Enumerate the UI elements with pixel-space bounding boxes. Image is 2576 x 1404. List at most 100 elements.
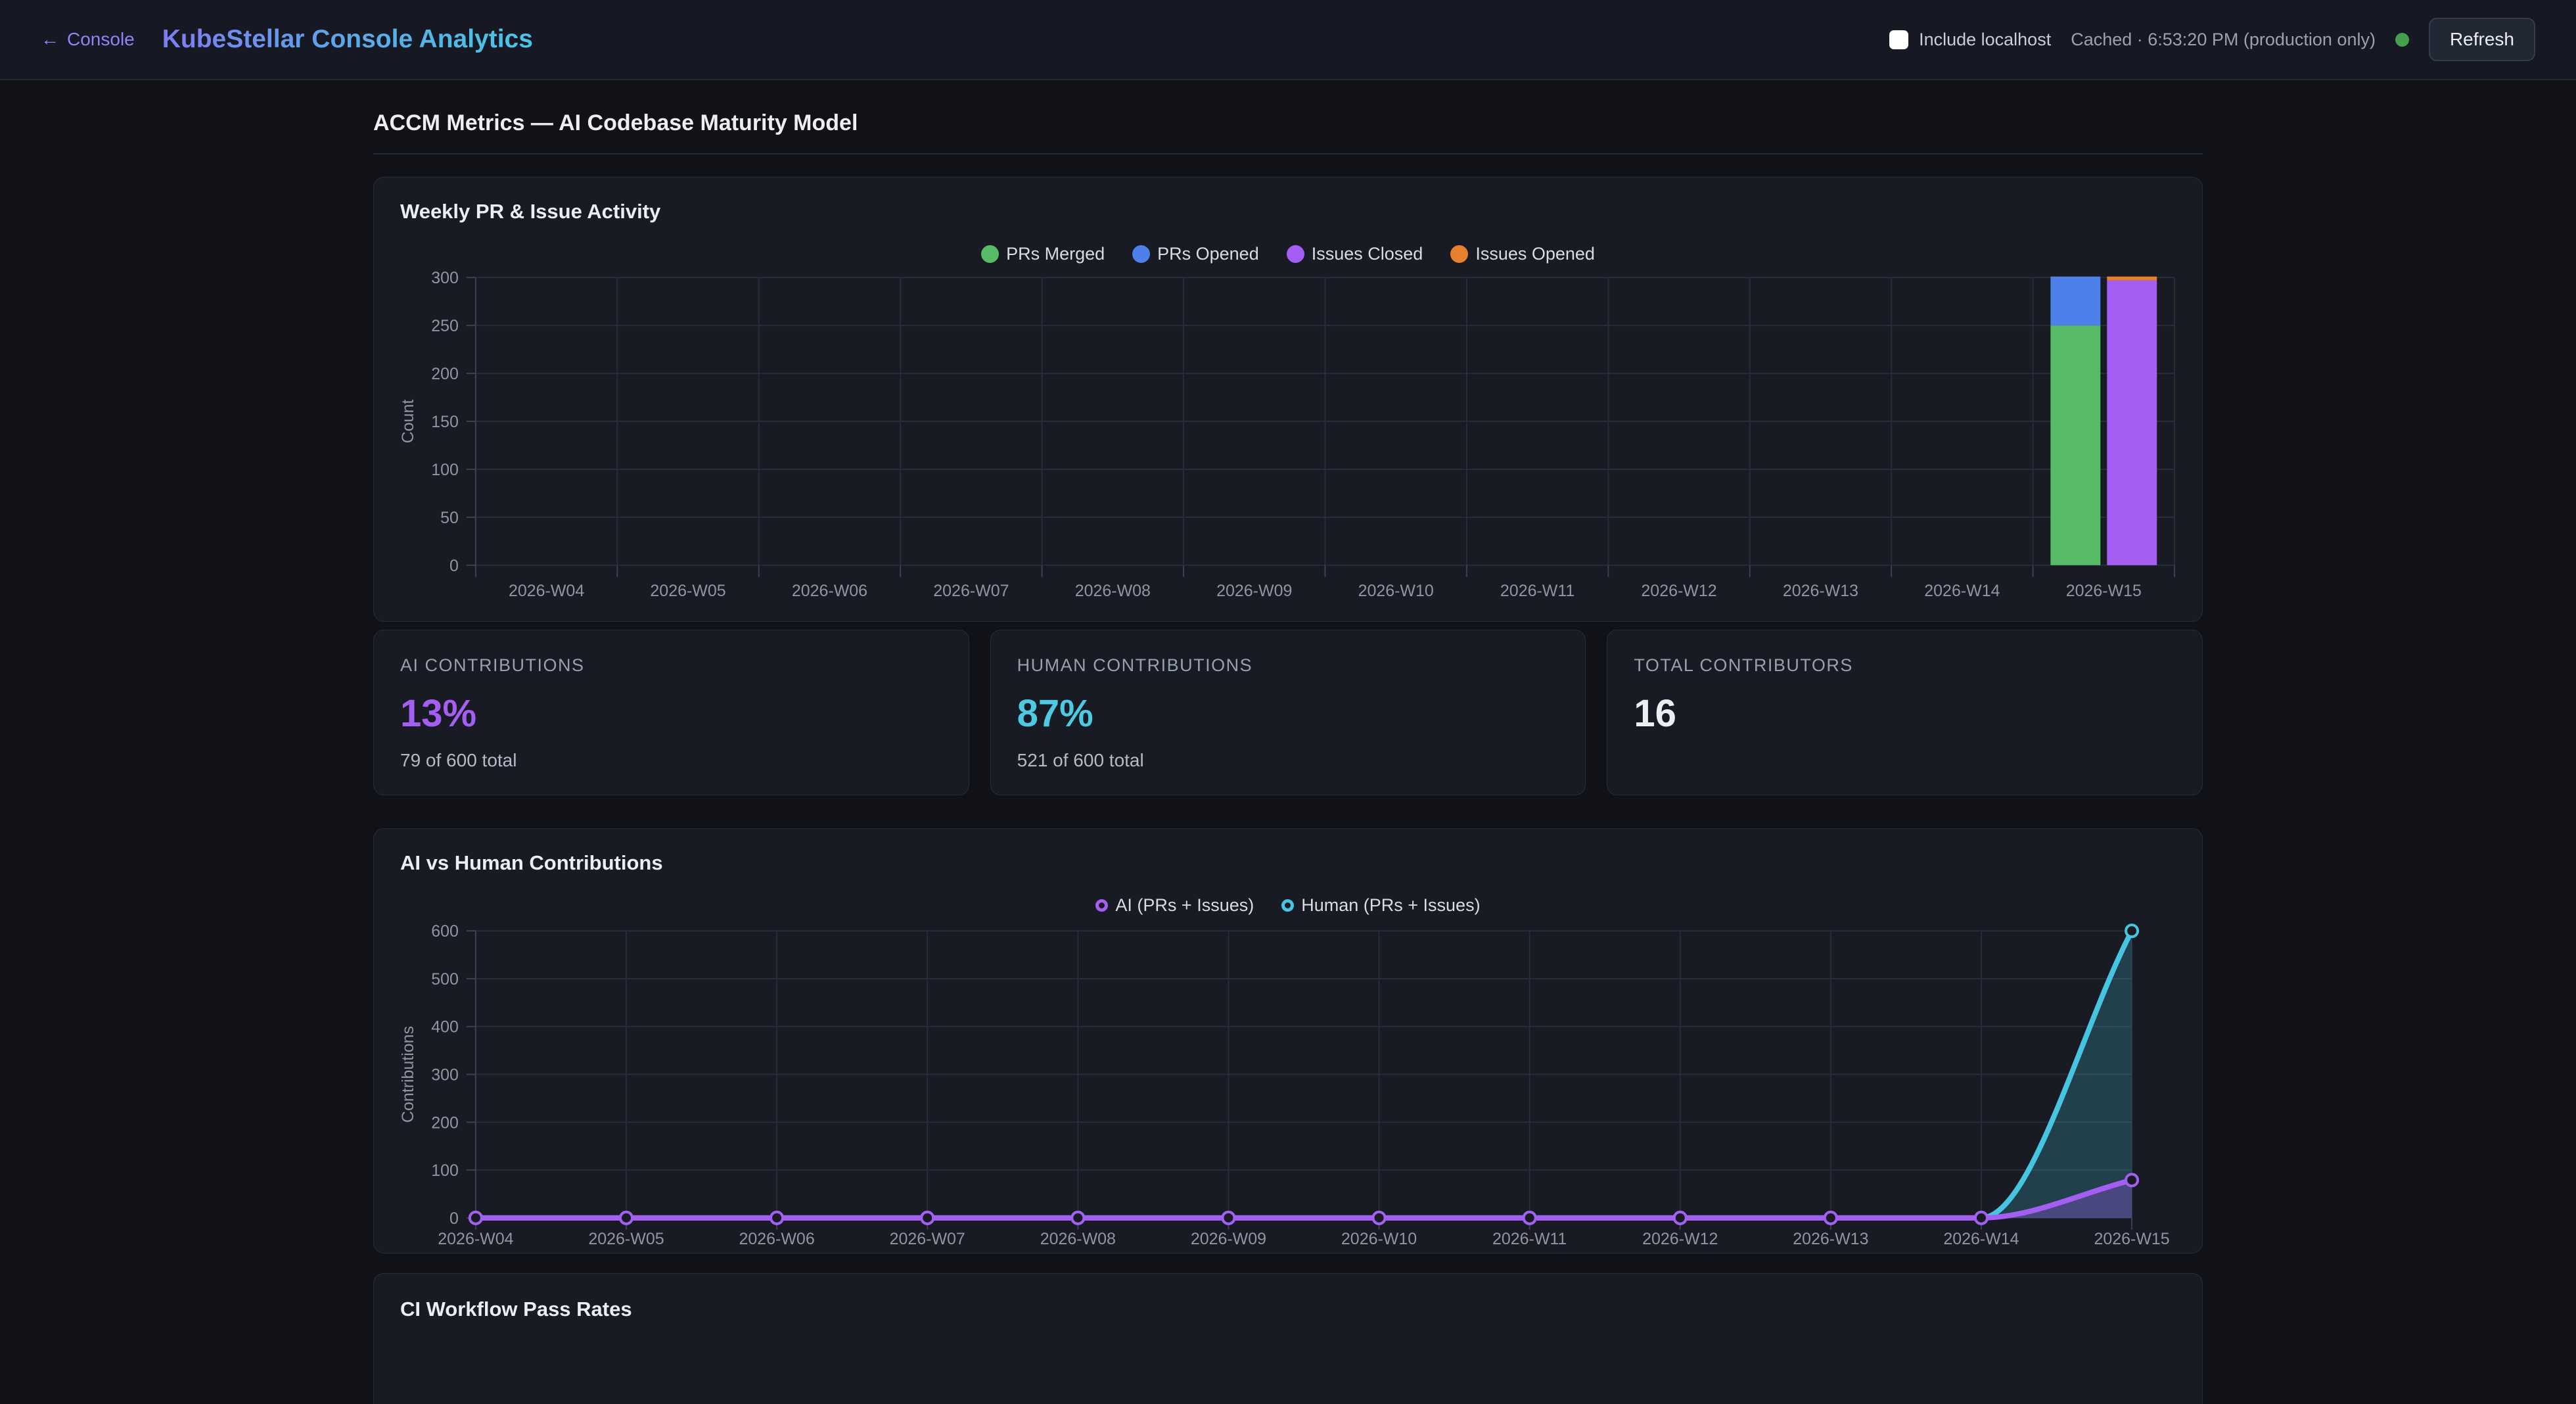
y-tick-label: 200 — [431, 365, 459, 383]
main-content: ACCM Metrics — AI Codebase Maturity Mode… — [373, 110, 2203, 1404]
point-marker — [771, 1212, 783, 1224]
ai-vs-human-legend: AI (PRs + Issues) Human (PRs + Issues) — [374, 893, 2202, 917]
ci-pass-rates-title: CI Workflow Pass Rates — [374, 1298, 2202, 1321]
app-title: KubeStellar Console Analytics — [162, 25, 533, 54]
ai-vs-human-chart: 0 100 200 300 400 500 600 Contributions 2026-W04… — [374, 921, 2202, 1253]
x-tick-label: 2026-W10 — [1341, 1230, 1417, 1248]
point-marker — [1975, 1212, 1987, 1224]
y-tick-label: 400 — [431, 1018, 459, 1037]
legend-label: Issues Opened — [1475, 244, 1595, 264]
x-tick-label: 2026-W10 — [1358, 582, 1434, 600]
legend-dot-icon — [1287, 245, 1304, 263]
point-marker — [921, 1212, 933, 1224]
legend-dot-icon — [1450, 245, 1468, 263]
x-tick-label: 2026-W07 — [933, 582, 1009, 600]
legend-label: Human (PRs + Issues) — [1301, 895, 1480, 916]
title-divider — [373, 153, 2203, 154]
stat-card-human-contributions: HUMAN CONTRIBUTIONS 87% 521 of 600 total — [990, 630, 1586, 795]
y-tick-label: 100 — [431, 461, 459, 479]
legend-dot-icon — [1132, 245, 1150, 263]
ci-pass-rates-card: CI Workflow Pass Rates — [373, 1273, 2203, 1404]
legend-label: AI (PRs + Issues) — [1115, 895, 1254, 916]
weekly-activity-chart: 050100150200250300Count2026-W042026-W052… — [374, 269, 2202, 621]
legend-ring-icon — [1095, 899, 1108, 912]
legend-item: PRs Opened — [1132, 244, 1259, 264]
area-fill-ai — [476, 1180, 2132, 1217]
x-tick-label: 2026-W07 — [890, 1230, 965, 1248]
legend-item: Human (PRs + Issues) — [1281, 895, 1480, 916]
legend-item: AI (PRs + Issues) — [1095, 895, 1254, 916]
ai-vs-human-card: AI vs Human Contributions AI (PRs + Issu… — [373, 828, 2203, 1253]
x-tick-label: 2026-W15 — [2094, 1230, 2169, 1248]
stat-value: 16 — [1634, 691, 2176, 736]
stat-value: 87% — [1017, 691, 1559, 736]
stat-card-total-contributors: TOTAL CONTRIBUTORS 16 — [1607, 630, 2203, 795]
x-tick-label: 2026-W11 — [1500, 582, 1575, 600]
bar-segment-issues-opened — [2107, 277, 2157, 281]
ai-vs-human-title: AI vs Human Contributions — [374, 851, 2202, 875]
refresh-button[interactable]: Refresh — [2429, 18, 2535, 61]
x-tick-label: 2026-W05 — [650, 582, 725, 600]
stat-value: 13% — [400, 691, 942, 736]
point-marker — [2126, 925, 2138, 937]
y-tick-label: 50 — [440, 509, 459, 527]
x-tick-label: 2026-W04 — [438, 1230, 513, 1248]
y-tick-label: 100 — [431, 1161, 459, 1180]
legend-dot-icon — [981, 245, 999, 263]
include-localhost-checkbox[interactable] — [1889, 30, 1908, 49]
include-localhost-toggle[interactable]: Include localhost — [1889, 30, 2051, 50]
x-tick-label: 2026-W13 — [1783, 582, 1858, 600]
y-axis-title: Contributions — [399, 1026, 417, 1123]
y-tick-label: 200 — [431, 1113, 459, 1132]
legend-item: Issues Opened — [1450, 244, 1595, 264]
x-tick-label: 2026-W14 — [1943, 1230, 2019, 1248]
console-back-link[interactable]: ← Console — [41, 29, 135, 50]
x-tick-label: 2026-W15 — [2066, 582, 2142, 600]
stat-subtext — [1634, 750, 2176, 770]
x-tick-label: 2026-W12 — [1641, 582, 1716, 600]
point-marker — [1674, 1212, 1686, 1224]
point-marker — [1373, 1212, 1385, 1224]
weekly-activity-card: Weekly PR & Issue Activity PRs MergedPRs… — [373, 177, 2203, 622]
stat-subtext: 521 of 600 total — [1017, 750, 1559, 771]
point-marker — [620, 1212, 632, 1224]
y-tick-label: 500 — [431, 970, 459, 989]
top-bar: ← Console KubeStellar Console Analytics … — [0, 0, 2576, 80]
point-marker — [470, 1212, 482, 1224]
legend-label: PRs Merged — [1006, 244, 1105, 264]
x-tick-label: 2026-W06 — [792, 582, 867, 600]
bar-segment-prs-opened — [2050, 277, 2100, 325]
x-tick-label: 2026-W09 — [1191, 1230, 1266, 1248]
stat-label: AI CONTRIBUTIONS — [400, 655, 942, 676]
legend-ring-icon — [1281, 899, 1294, 912]
y-tick-label: 300 — [431, 1066, 459, 1085]
stat-label: HUMAN CONTRIBUTIONS — [1017, 655, 1559, 676]
x-tick-label: 2026-W14 — [1924, 582, 2000, 600]
x-tick-label: 2026-W13 — [1793, 1230, 1868, 1248]
x-tick-label: 2026-W06 — [739, 1230, 815, 1248]
bar-segment-issues-closed — [2107, 281, 2157, 565]
legend-label: Issues Closed — [1312, 244, 1423, 264]
include-localhost-label: Include localhost — [1919, 30, 2051, 50]
x-tick-label: 2026-W04 — [509, 582, 584, 600]
x-tick-label: 2026-W08 — [1075, 582, 1151, 600]
cache-status-text: Cached · 6:53:20 PM (production only) — [2071, 30, 2376, 50]
x-tick-label: 2026-W12 — [1642, 1230, 1718, 1248]
stat-card-ai-contributions: AI CONTRIBUTIONS 13% 79 of 600 total — [373, 630, 969, 795]
point-marker — [1825, 1212, 1837, 1224]
y-tick-label: 600 — [431, 922, 459, 941]
y-tick-label: 150 — [431, 413, 459, 431]
stat-subtext: 79 of 600 total — [400, 750, 942, 771]
y-tick-label: 250 — [431, 317, 459, 335]
y-tick-label: 0 — [449, 1209, 459, 1228]
y-tick-label: 0 — [449, 557, 459, 575]
x-tick-label: 2026-W05 — [588, 1230, 664, 1248]
back-arrow-icon: ← — [41, 29, 59, 50]
stats-row: AI CONTRIBUTIONS 13% 79 of 600 total HUM… — [373, 630, 2203, 795]
weekly-activity-title: Weekly PR & Issue Activity — [374, 200, 2202, 223]
y-axis-title: Count — [399, 400, 417, 444]
legend-item: Issues Closed — [1287, 244, 1423, 264]
weekly-activity-legend: PRs Merged PRs Opened Issues Closed Issues … — [374, 242, 2202, 266]
stat-label: TOTAL CONTRIBUTORS — [1634, 655, 2176, 676]
back-link-label: Console — [67, 29, 135, 50]
